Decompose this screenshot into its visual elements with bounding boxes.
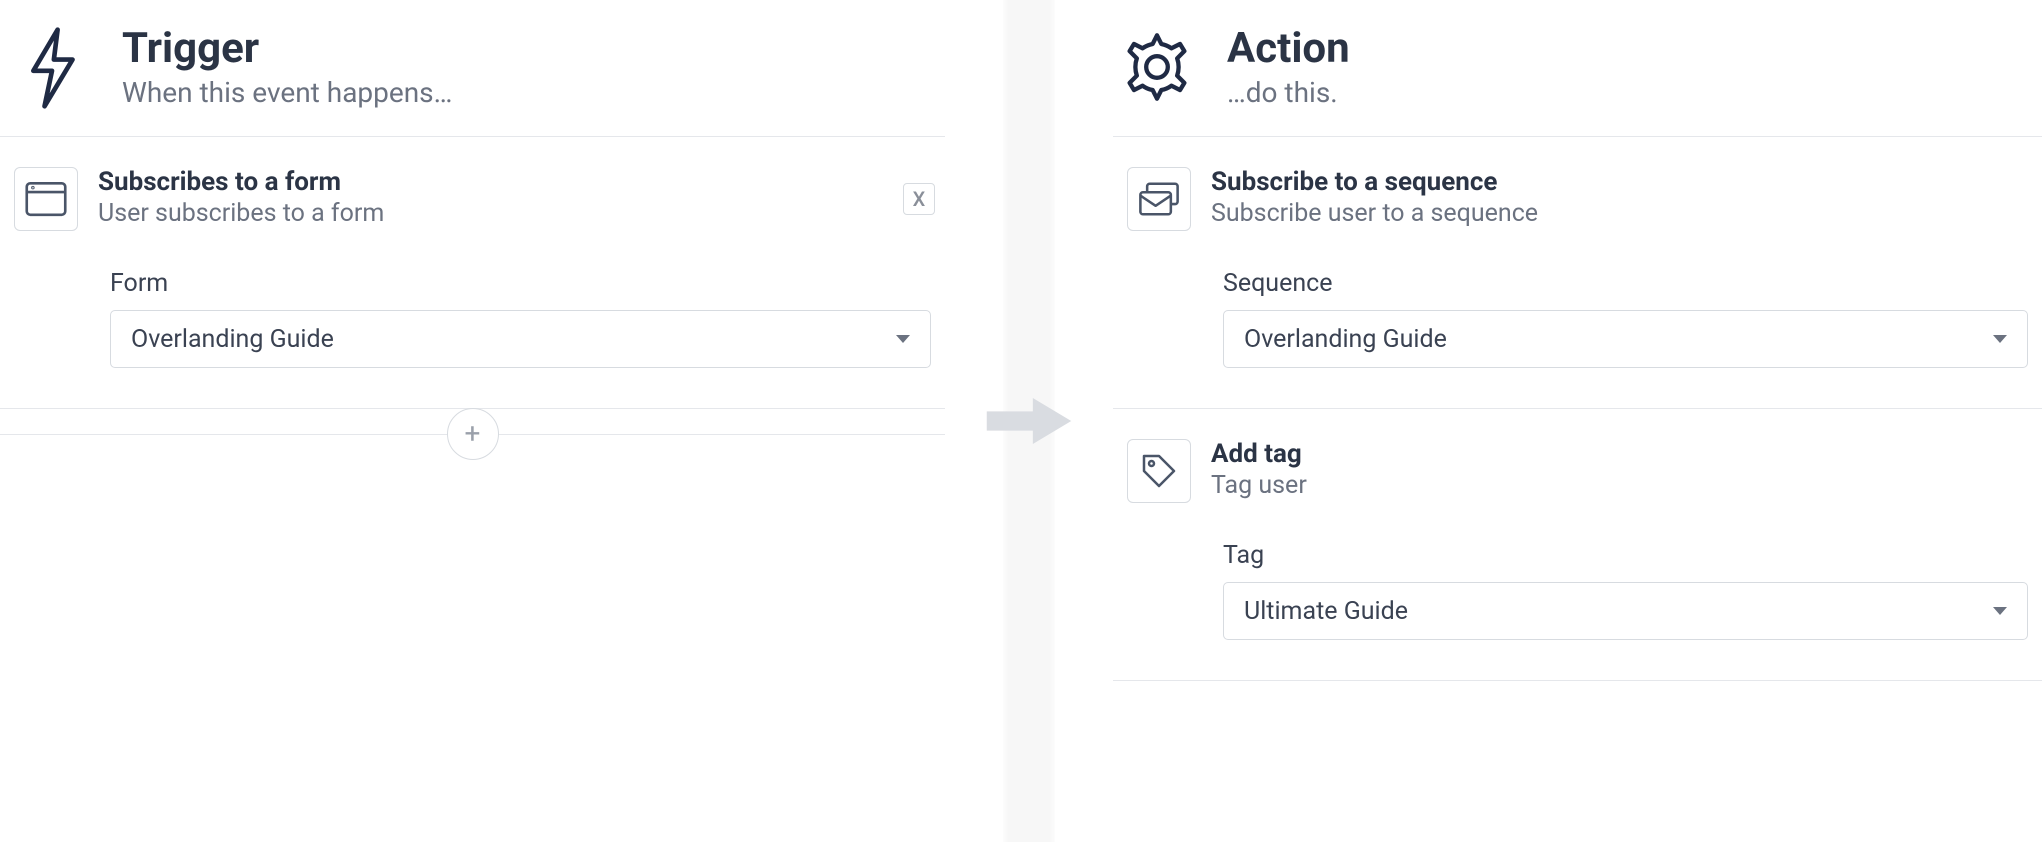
action-sequence-field: Sequence Overlanding Guide [1223, 269, 2042, 368]
action-tag-select[interactable]: Ultimate Guide [1223, 582, 2028, 640]
trigger-header: Trigger When this event happens… [0, 0, 945, 137]
trigger-card-subtitle: User subscribes to a form [98, 199, 384, 228]
action-card-tag-head: Add tag Tag user [1127, 439, 2042, 503]
trigger-title: Trigger [122, 26, 452, 72]
action-sequence-select[interactable]: Overlanding Guide [1223, 310, 2028, 368]
add-trigger-button[interactable]: + [447, 408, 499, 460]
envelope-stack-icon [1127, 167, 1191, 231]
close-icon: X [913, 187, 926, 211]
action-card-tag-text: Add tag Tag user [1211, 439, 1307, 500]
tag-icon [1127, 439, 1191, 503]
arrow-right-icon [981, 392, 1077, 450]
action-sequence-label: Sequence [1223, 269, 2028, 298]
action-card-tag-title: Add tag [1211, 439, 1307, 469]
trigger-card-title: Subscribes to a form [98, 167, 384, 197]
action-card-tag: Add tag Tag user Tag Ultimate Guide [1113, 409, 2042, 681]
action-panel: Action …do this. Subscribe to a sequence… [1113, 0, 2042, 842]
action-tag-field: Tag Ultimate Guide [1223, 541, 2042, 640]
action-tag-label: Tag [1223, 541, 2028, 570]
trigger-card-head: Subscribes to a form User subscribes to … [14, 167, 945, 231]
plus-icon: + [465, 420, 481, 448]
flow-connector [945, 0, 1113, 842]
trigger-form-field: Form Overlanding Guide [110, 269, 945, 368]
action-header: Action …do this. [1113, 0, 2042, 137]
action-card-sequence-subtitle: Subscribe user to a sequence [1211, 199, 1538, 228]
trigger-panel: Trigger When this event happens… Subscri… [0, 0, 945, 842]
action-subtitle: …do this. [1227, 76, 1350, 109]
remove-trigger-button[interactable]: X [903, 183, 935, 215]
trigger-form-value: Overlanding Guide [131, 325, 334, 354]
action-header-text: Action …do this. [1227, 26, 1350, 109]
action-card-sequence-text: Subscribe to a sequence Subscribe user t… [1211, 167, 1538, 228]
action-card-tag-subtitle: Tag user [1211, 471, 1307, 500]
action-card-sequence-title: Subscribe to a sequence [1211, 167, 1538, 197]
action-title: Action [1227, 26, 1350, 72]
chevron-down-icon [896, 335, 910, 343]
trigger-subtitle: When this event happens… [122, 76, 452, 109]
trigger-form-select[interactable]: Overlanding Guide [110, 310, 931, 368]
chevron-down-icon [1993, 335, 2007, 343]
action-card-sequence-head: Subscribe to a sequence Subscribe user t… [1127, 167, 2042, 231]
trigger-card-text: Subscribes to a form User subscribes to … [98, 167, 384, 228]
lightning-icon [16, 26, 88, 110]
gear-icon [1121, 26, 1193, 110]
trigger-card: Subscribes to a form User subscribes to … [0, 137, 945, 409]
chevron-down-icon [1993, 607, 2007, 615]
action-tag-value: Ultimate Guide [1244, 597, 1408, 626]
action-sequence-value: Overlanding Guide [1244, 325, 1447, 354]
add-trigger-row: + [0, 408, 945, 460]
automation-builder: Trigger When this event happens… Subscri… [0, 0, 2042, 842]
action-card-sequence: Subscribe to a sequence Subscribe user t… [1113, 137, 2042, 409]
trigger-header-text: Trigger When this event happens… [122, 26, 452, 109]
form-icon [14, 167, 78, 231]
trigger-form-label: Form [110, 269, 931, 298]
